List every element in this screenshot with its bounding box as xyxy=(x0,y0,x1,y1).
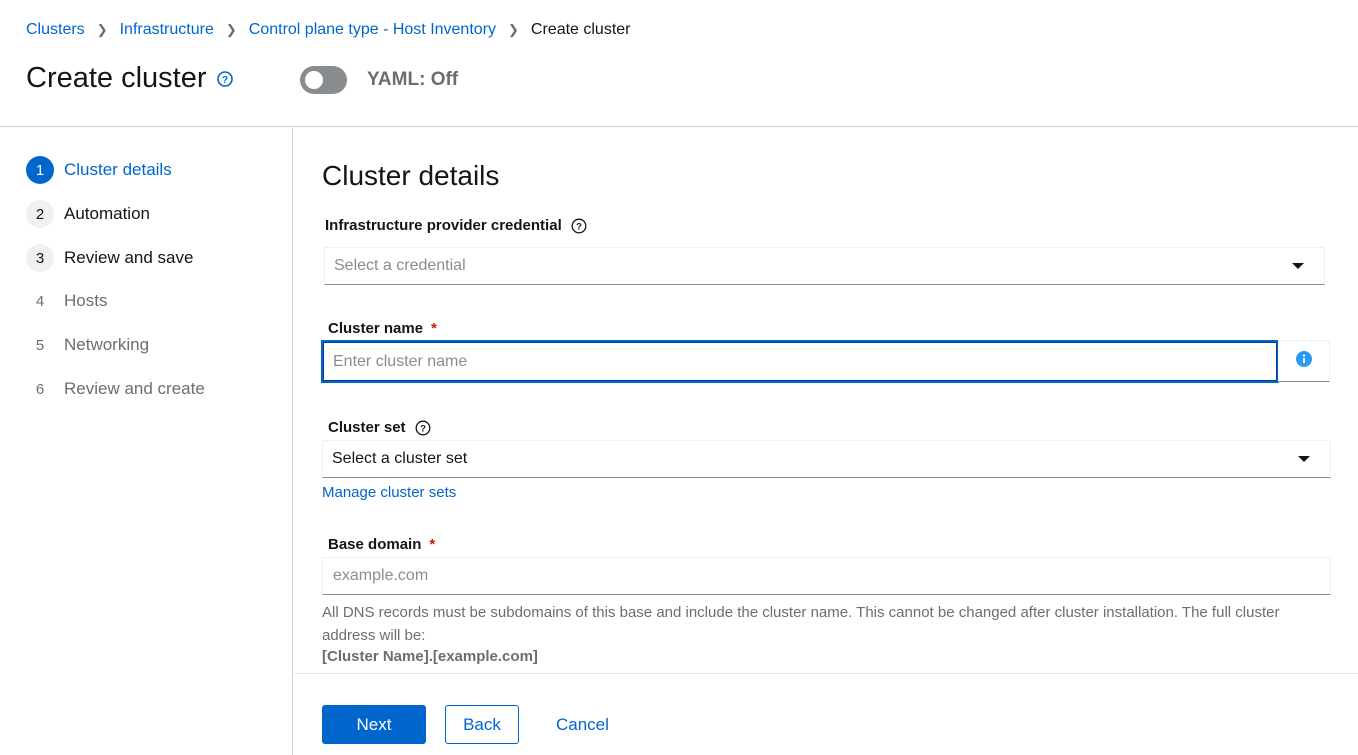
wizard-main: Cluster details Infrastructure provider … xyxy=(294,128,1358,673)
svg-text:?: ? xyxy=(420,423,426,434)
credential-placeholder: Select a credential xyxy=(334,257,466,274)
step-number: 1 xyxy=(26,156,54,184)
section-title: Cluster details xyxy=(322,160,500,191)
next-button[interactable]: Next xyxy=(322,705,426,744)
step-number: 3 xyxy=(26,244,54,272)
cluster-set-label-row: Cluster set ? xyxy=(328,419,431,436)
title-row: Create cluster ? xyxy=(26,62,233,95)
base-domain-label-row: Base domain * xyxy=(328,536,435,553)
step-label: Review and create xyxy=(64,379,205,398)
step-number: 2 xyxy=(26,200,54,228)
wizard-step-review-and-create: 6 Review and create xyxy=(26,375,205,403)
step-number: 4 xyxy=(35,292,45,310)
toggle-knob xyxy=(305,71,323,89)
base-domain-input[interactable] xyxy=(322,557,1331,595)
manage-cluster-sets-link[interactable]: Manage cluster sets xyxy=(322,484,456,501)
required-asterisk: * xyxy=(431,320,437,337)
question-circle-icon[interactable]: ? xyxy=(415,420,431,436)
wizard-step-review-and-save[interactable]: 3 Review and save xyxy=(26,244,193,272)
svg-text:?: ? xyxy=(576,221,582,232)
wizard-step-networking: 5 Networking xyxy=(26,331,149,359)
question-circle-icon[interactable]: ? xyxy=(571,218,587,234)
credential-label-row: Infrastructure provider credential ? xyxy=(325,217,587,234)
chevron-right-icon: ❯ xyxy=(225,22,237,37)
step-label: Review and save xyxy=(64,248,194,267)
page-header: Clusters ❯ Infrastructure ❯ Control plan… xyxy=(0,0,1358,127)
chevron-right-icon: ❯ xyxy=(508,22,519,37)
cluster-name-info-button[interactable] xyxy=(1278,340,1330,382)
breadcrumb-clusters-link[interactable]: Clusters xyxy=(26,21,85,39)
breadcrumb: Clusters ❯ Infrastructure ❯ Control plan… xyxy=(26,21,631,39)
cluster-name-label: Cluster name xyxy=(328,320,424,337)
chevron-right-icon: ❯ xyxy=(96,22,108,37)
cluster-name-label-row: Cluster name * xyxy=(328,320,437,337)
base-domain-example: [Cluster Name].[example.com] xyxy=(322,648,538,665)
step-label: Networking xyxy=(64,335,150,354)
page-title: Create cluster xyxy=(26,62,207,94)
cluster-set-placeholder: Select a cluster set xyxy=(332,450,468,467)
cluster-set-label: Cluster set xyxy=(328,419,406,436)
caret-down-icon xyxy=(1298,456,1310,462)
caret-down-icon xyxy=(1292,263,1304,269)
step-number: 6 xyxy=(35,380,45,398)
back-button[interactable]: Back xyxy=(445,705,519,744)
info-circle-icon xyxy=(1296,350,1312,372)
step-label: Cluster details xyxy=(64,160,172,179)
base-domain-label: Base domain xyxy=(328,536,422,553)
yaml-toggle-switch[interactable] xyxy=(300,66,347,94)
required-asterisk: * xyxy=(429,536,436,553)
step-label: Hosts xyxy=(64,291,108,310)
question-circle-icon[interactable]: ? xyxy=(216,70,233,87)
wizard-step-automation[interactable]: 2 Automation xyxy=(26,200,150,228)
step-label: Automation xyxy=(64,204,150,223)
wizard-step-hosts: 4 Hosts xyxy=(26,287,108,315)
breadcrumb-current: Create cluster xyxy=(530,21,631,38)
breadcrumb-infrastructure-link[interactable]: Infrastructure xyxy=(120,21,214,39)
yaml-toggle: YAML: Off xyxy=(300,66,458,94)
wizard-footer: Next Back Cancel xyxy=(294,673,1358,755)
cluster-set-select[interactable]: Select a cluster set xyxy=(322,440,1331,478)
credential-label: Infrastructure provider credential xyxy=(325,217,562,234)
svg-text:?: ? xyxy=(221,75,227,86)
credential-select[interactable]: Select a credential xyxy=(324,247,1325,285)
breadcrumb-control-plane-link[interactable]: Control plane type - Host Inventory xyxy=(249,21,496,39)
wizard-step-cluster-details[interactable]: 1 Cluster details xyxy=(26,156,172,184)
cancel-button[interactable]: Cancel xyxy=(542,705,623,744)
cluster-name-input[interactable] xyxy=(321,340,1279,383)
base-domain-helper-text: All DNS records must be subdomains of th… xyxy=(322,604,1280,644)
yaml-toggle-label: YAML: Off xyxy=(367,69,459,90)
wizard-nav: 1 Cluster details 2 Automation 3 Review … xyxy=(0,128,293,755)
step-number: 5 xyxy=(35,336,45,354)
